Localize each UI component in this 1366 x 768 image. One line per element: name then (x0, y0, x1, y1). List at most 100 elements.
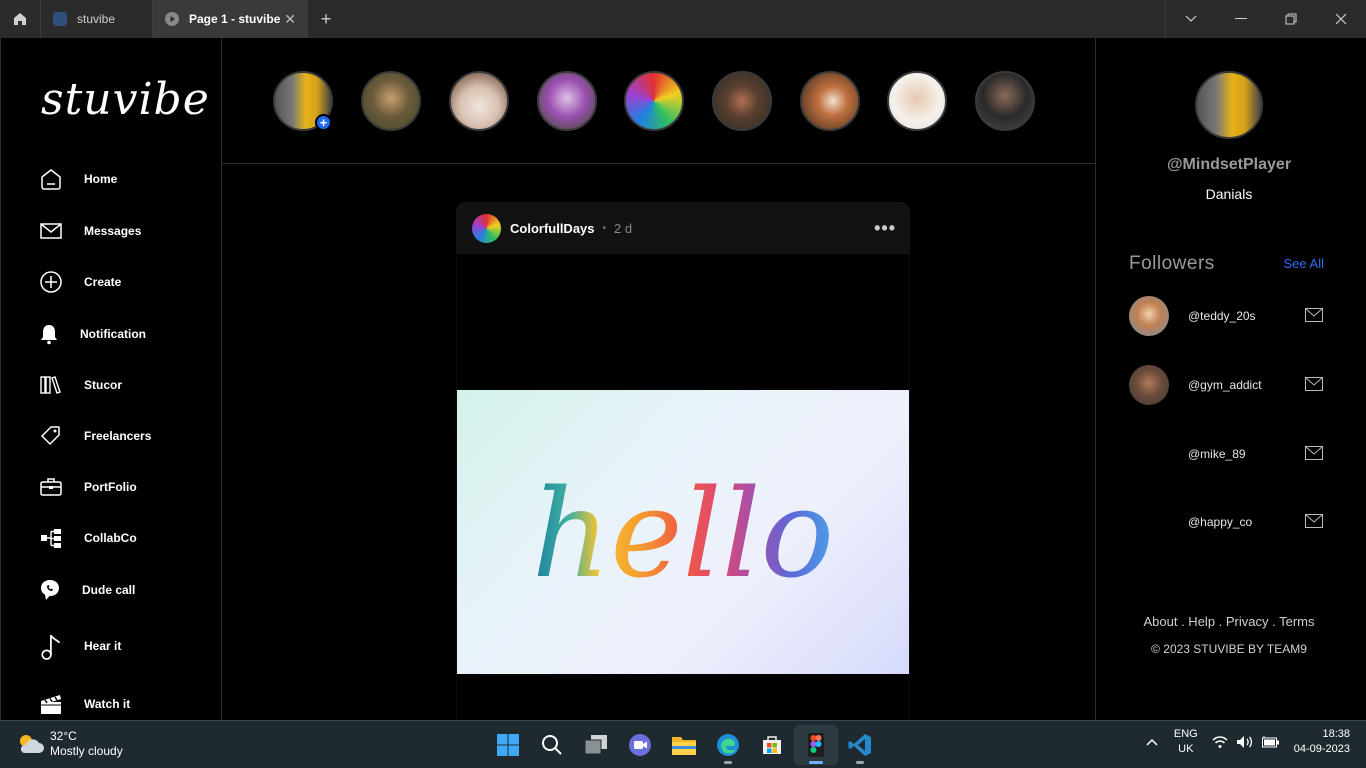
sidebar-item-freelancers[interactable]: Freelancers (39, 421, 151, 451)
edge-browser-button[interactable] (706, 725, 750, 765)
tag-icon (41, 426, 60, 445)
stuvibe-logo[interactable]: stuvibe (41, 74, 210, 125)
footer-links[interactable]: About . Help . Privacy . Terms (1096, 614, 1362, 629)
story-avatar[interactable] (887, 71, 947, 131)
tab-stuvibe[interactable]: stuvibe (41, 0, 153, 38)
sidebar-item-stucor[interactable]: Stucor (39, 370, 122, 400)
figma-button[interactable] (794, 725, 838, 765)
start-button[interactable] (486, 725, 530, 765)
story-avatar[interactable] (537, 71, 597, 131)
running-indicator (856, 761, 864, 764)
sidebar-item-messages[interactable]: Messages (39, 216, 141, 246)
story-avatar[interactable] (624, 71, 684, 131)
close-button[interactable] (1316, 0, 1366, 38)
story-avatar[interactable] (449, 71, 509, 131)
follower-avatar[interactable] (1129, 434, 1169, 474)
bell-icon (41, 325, 57, 345)
chevron-up-icon[interactable] (1146, 738, 1158, 746)
windows-logo-icon (497, 734, 519, 756)
language-indicator[interactable]: ENG UK (1174, 727, 1198, 757)
profile-handle[interactable]: @MindsetPlayer (1096, 156, 1362, 174)
follower-item[interactable]: @teddy_20s (1129, 296, 1329, 336)
sidebar-item-label: Notification (80, 327, 146, 341)
restore-button[interactable] (1266, 0, 1316, 38)
vscode-button[interactable] (838, 725, 882, 765)
plus-circle-icon (40, 271, 62, 293)
hello-artwork: hello (532, 463, 834, 605)
follower-item[interactable]: @mike_89 (1129, 434, 1329, 474)
weather-widget[interactable]: 32°C Mostly cloudy (16, 729, 123, 759)
profile-avatar[interactable] (1195, 71, 1263, 139)
follower-avatar[interactable] (1129, 502, 1169, 542)
house-icon (14, 13, 26, 25)
window-controls (1165, 0, 1366, 38)
sidebar-item-collabco[interactable]: CollabCo (39, 523, 137, 553)
video-chat-icon (629, 734, 651, 756)
hello-text: hello (532, 463, 834, 605)
post-header: ColorfullDays • 2 d ••• (456, 202, 910, 254)
search-button[interactable] (530, 725, 574, 765)
more-options-icon[interactable]: ••• (874, 218, 896, 239)
clock[interactable]: 18:38 04-09-2023 (1294, 727, 1350, 757)
battery-icon[interactable] (1261, 736, 1280, 748)
sidebar-item-hear-it[interactable]: Hear it (39, 631, 121, 661)
follower-avatar[interactable] (1129, 296, 1169, 336)
hierarchy-icon (41, 529, 61, 548)
folder-icon (672, 737, 696, 755)
add-story-button[interactable]: + (315, 114, 332, 131)
microsoft-store-button[interactable] (750, 725, 794, 765)
see-all-link[interactable]: See All (1284, 256, 1324, 271)
temperature: 32°C (50, 729, 77, 743)
tab-page1[interactable]: Page 1 - stuvibe ✕ (153, 0, 308, 38)
story-avatar[interactable] (800, 71, 860, 131)
sidebar-item-create[interactable]: Create (39, 267, 121, 297)
volume-icon[interactable] (1236, 735, 1254, 749)
sidebar-item-watch-it[interactable]: Watch it (39, 689, 130, 719)
sidebar-item-portfolio[interactable]: PortFolio (39, 472, 137, 502)
story-avatar[interactable] (361, 71, 421, 131)
stuvibe-favicon-icon (53, 12, 67, 26)
teams-chat-button[interactable] (618, 725, 662, 765)
mail-icon[interactable] (1305, 446, 1323, 460)
sidebar-item-notification[interactable]: Notification (37, 319, 146, 349)
file-explorer-button[interactable] (662, 725, 706, 765)
mail-icon[interactable] (1305, 514, 1323, 528)
tab-label: Page 1 - stuvibe (189, 12, 281, 26)
edge-icon (717, 734, 739, 756)
post-username[interactable]: ColorfullDays (510, 221, 595, 236)
minimize-button[interactable] (1216, 0, 1266, 38)
new-tab-button[interactable]: + (308, 0, 344, 38)
music-note-icon (41, 634, 61, 660)
sidebar: stuvibe Home Messages Create Notificatio… (0, 38, 222, 720)
tab-close-icon[interactable]: ✕ (284, 11, 296, 28)
time-display: 18:38 (1322, 728, 1350, 740)
copyright-text: © 2023 STUVIBE BY TEAM9 (1151, 642, 1307, 656)
close-icon (1335, 13, 1347, 25)
story-avatar[interactable] (975, 71, 1035, 131)
sidebar-item-label: Messages (84, 224, 142, 238)
story-avatar[interactable] (712, 71, 772, 131)
mail-icon[interactable] (1305, 308, 1323, 322)
sidebar-item-home[interactable]: Home (39, 164, 117, 194)
chat-call-icon (41, 580, 59, 600)
task-view-button[interactable] (574, 725, 618, 765)
mail-icon (40, 223, 62, 239)
minimize-icon (1235, 18, 1247, 19)
post-image[interactable]: hello (457, 390, 909, 674)
sidebar-item-dude-call[interactable]: Dude call (38, 575, 135, 605)
profile-name: Danials (1205, 186, 1253, 202)
mail-icon[interactable] (1305, 377, 1323, 391)
follower-avatar[interactable] (1129, 365, 1169, 405)
post-media: hello (457, 254, 909, 720)
follower-item[interactable]: @happy_co (1129, 502, 1329, 542)
home-button[interactable] (0, 0, 41, 38)
wifi-icon[interactable] (1212, 735, 1228, 749)
sidebar-item-label: Hear it (84, 639, 122, 653)
post-author-avatar[interactable] (472, 213, 501, 243)
tab-list-button[interactable] (1166, 0, 1216, 38)
date-display: 04-09-2023 (1293, 743, 1350, 755)
store-icon (763, 736, 781, 754)
taskbar-apps (486, 725, 882, 765)
sidebar-item-label: PortFolio (84, 480, 137, 494)
follower-item[interactable]: @gym_addict (1129, 365, 1329, 405)
